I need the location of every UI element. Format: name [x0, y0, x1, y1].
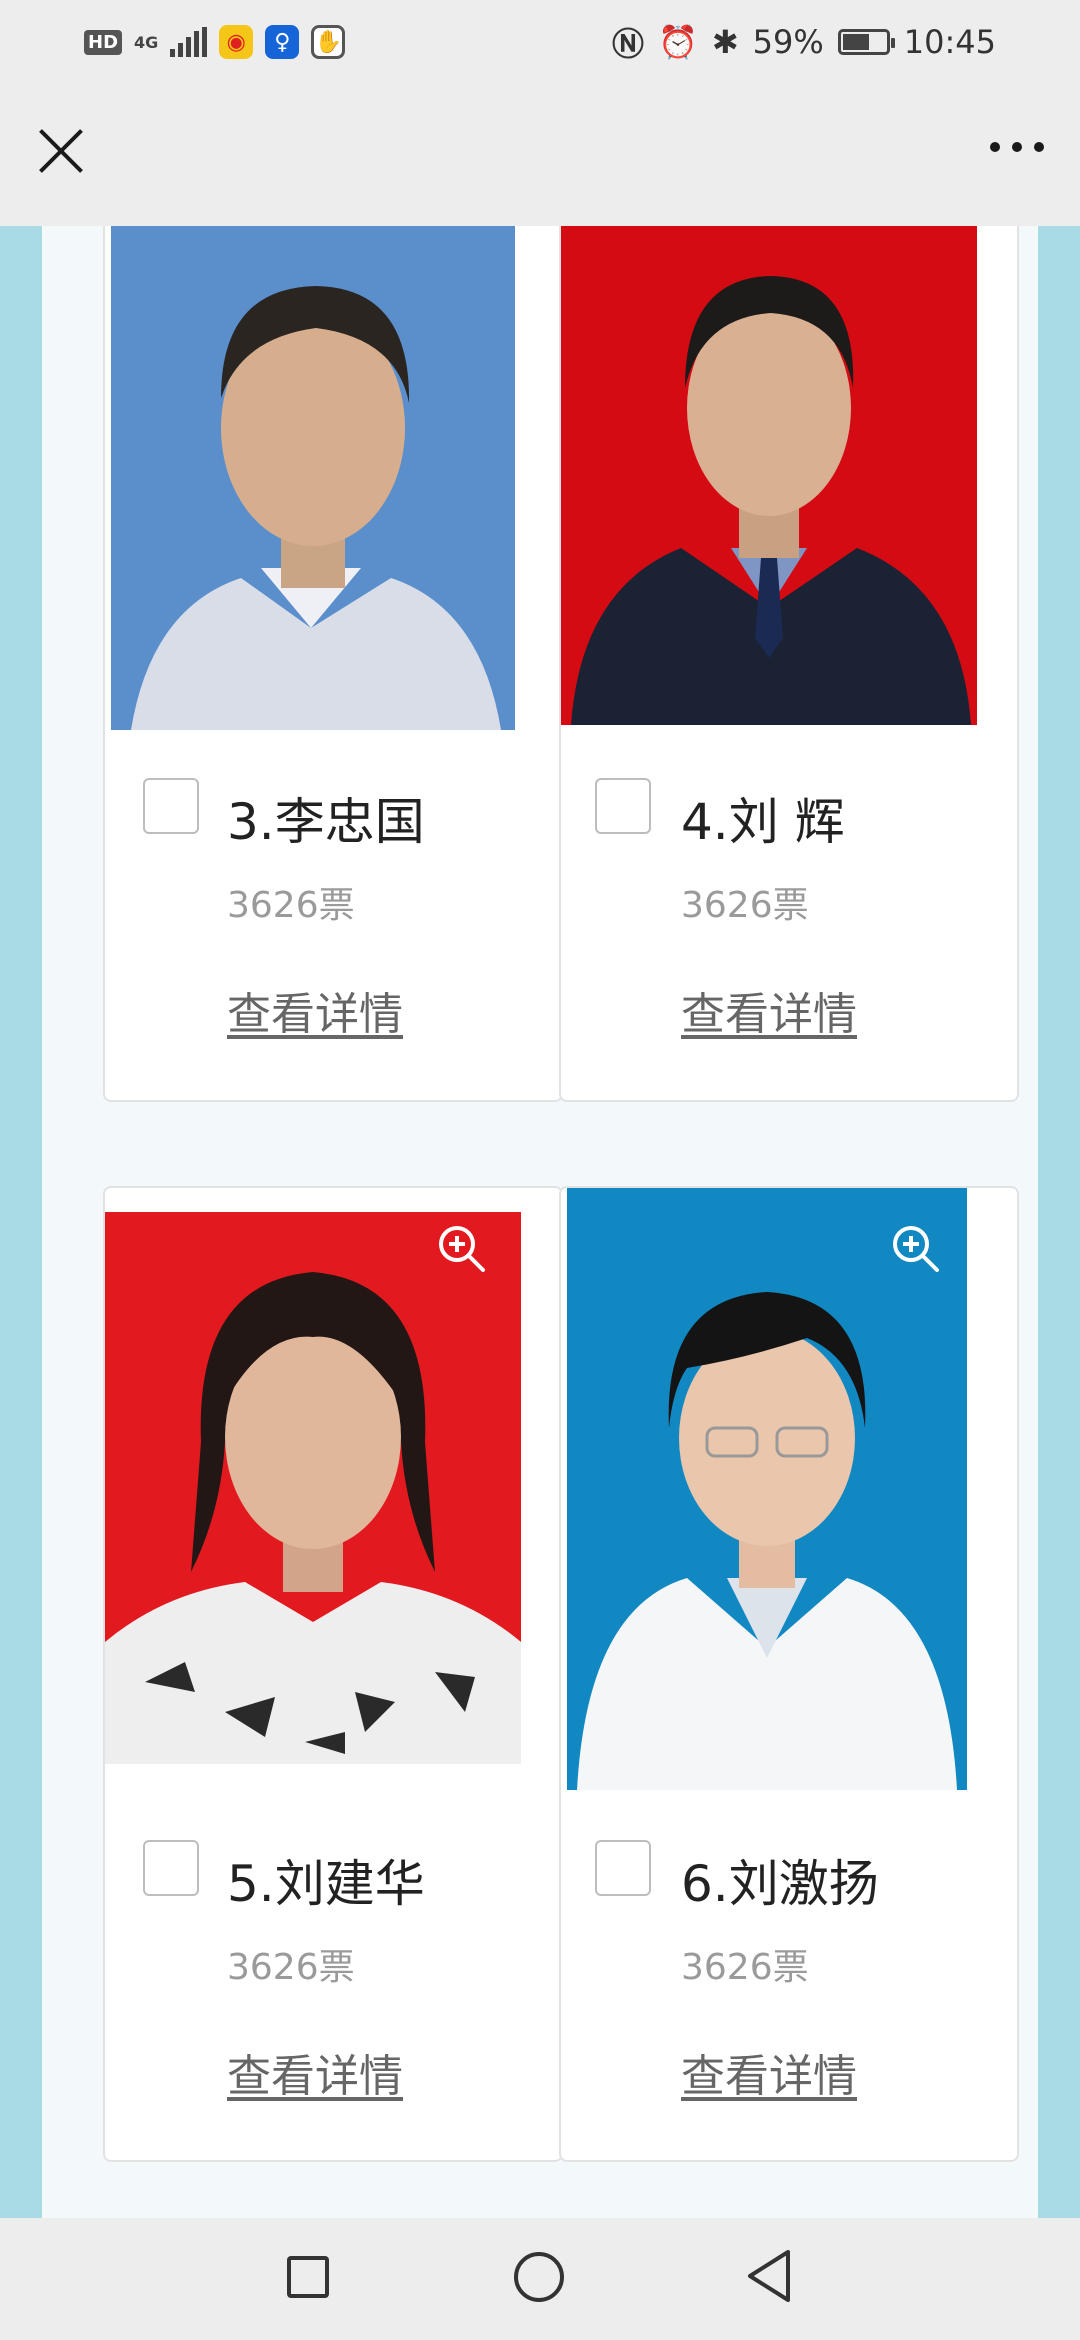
vote-checkbox[interactable] [595, 1840, 651, 1896]
home-icon[interactable] [514, 2252, 564, 2302]
vote-count: 3626票 [227, 1947, 355, 1988]
candidate-name: 3.李忠国 [227, 793, 425, 851]
back-icon[interactable] [744, 2248, 794, 2304]
hd-icon: HD [84, 29, 123, 55]
candidate-name: 6.刘激扬 [681, 1855, 879, 1913]
view-details-link[interactable]: 查看详情 [681, 978, 857, 1042]
status-left: HD 4G ◉ ♀ ✋ [84, 20, 346, 64]
candidate-photo[interactable] [111, 226, 515, 730]
vote-checkbox[interactable] [143, 1840, 199, 1896]
candidate-panel: 3.李忠国 3626票 查看详情 4.刘 辉 3626票 查看详情 5.刘建华 … [42, 226, 1038, 2226]
vote-checkbox[interactable] [595, 778, 651, 834]
portrait-image [561, 226, 977, 725]
candidate-card: 5.刘建华 3626票 查看详情 [103, 1186, 563, 2162]
bulb-app-icon: ♀ [265, 25, 300, 59]
network-type: 4G [134, 32, 159, 52]
candidate-photo[interactable] [561, 226, 977, 725]
status-right: Ⓝ ⏰ ✱ 59% 10:45 [612, 20, 996, 64]
battery-percent: 59% [752, 23, 824, 61]
zoom-in-icon[interactable] [889, 1222, 941, 1274]
candidate-name: 4.刘 辉 [681, 793, 845, 851]
clock: 10:45 [903, 23, 996, 61]
vote-count: 3626票 [227, 885, 355, 926]
portrait-image [111, 226, 515, 730]
view-details-link[interactable]: 查看详情 [227, 978, 403, 1042]
status-bar: HD 4G ◉ ♀ ✋ Ⓝ ⏰ ✱ 59% 10:45 [0, 0, 1080, 84]
candidate-name: 5.刘建华 [227, 1855, 425, 1913]
title-bar [0, 84, 1080, 226]
bluetooth-icon: ✱ [711, 23, 739, 61]
candidate-card: 4.刘 辉 3626票 查看详情 [559, 226, 1019, 1102]
vote-checkbox[interactable] [143, 778, 199, 834]
view-details-link[interactable]: 查看详情 [227, 2040, 403, 2104]
hand-app-icon: ✋ [311, 25, 346, 59]
vote-count: 3626票 [681, 1947, 809, 1988]
portrait-image [567, 1188, 967, 1790]
candidate-photo[interactable] [567, 1188, 967, 1790]
recent-apps-icon[interactable] [287, 2256, 329, 2298]
candidate-photo[interactable] [105, 1212, 521, 1764]
nfc-icon: Ⓝ [611, 25, 644, 63]
page-content[interactable]: 3.李忠国 3626票 查看详情 4.刘 辉 3626票 查看详情 5.刘建华 … [0, 226, 1080, 2226]
close-icon[interactable] [36, 126, 86, 176]
view-details-link[interactable]: 查看详情 [681, 2040, 857, 2104]
signal-icon [170, 27, 208, 57]
candidate-card: 3.李忠国 3626票 查看详情 [103, 226, 563, 1102]
candidate-card: 6.刘激扬 3626票 查看详情 [559, 1186, 1019, 2162]
zoom-in-icon[interactable] [435, 1222, 487, 1274]
battery-icon [837, 29, 895, 55]
alarm-icon: ⏰ [658, 23, 698, 61]
navigation-bar [0, 2218, 1080, 2340]
weibo-icon: ◉ [219, 25, 254, 59]
vote-count: 3626票 [681, 885, 809, 926]
portrait-image [105, 1212, 521, 1764]
more-icon[interactable] [990, 142, 1044, 152]
